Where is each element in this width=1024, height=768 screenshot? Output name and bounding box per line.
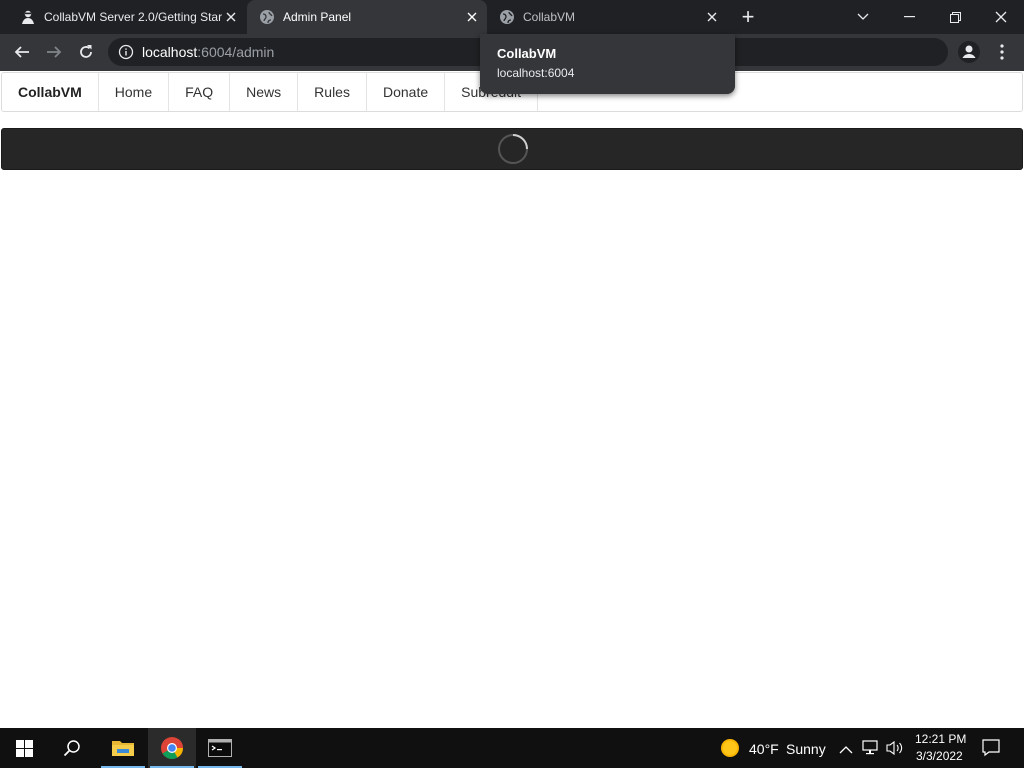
close-window-button[interactable] [978,0,1024,34]
url-host: localhost [142,44,198,60]
clock-time[interactable]: 12:21 PM [915,732,966,746]
search-button[interactable] [48,728,96,768]
arrow-right-icon [47,46,62,58]
start-button[interactable] [0,728,48,768]
loading-panel [1,128,1023,170]
file-explorer-button[interactable] [99,728,147,768]
address-text: localhost:6004/admin [142,44,274,60]
weather-temp[interactable]: 40°F [749,741,779,757]
menu-button[interactable] [988,38,1016,66]
profile-button[interactable] [955,38,983,66]
close-icon [995,11,1007,23]
globe-icon [259,9,275,25]
tab-collabvm-getting-started[interactable]: CollabVM Server 2.0/Getting Star [8,0,246,34]
reload-icon [80,45,92,58]
chrome-icon [161,737,184,759]
tab-collabvm[interactable]: CollabVM [487,0,727,34]
minimize-button[interactable] [886,0,932,34]
url-path: :6004/admin [197,44,275,60]
chevron-up-icon[interactable] [839,742,853,760]
reload-button[interactable] [72,38,100,66]
clock-date[interactable]: 3/3/2022 [916,749,963,763]
nav-rules[interactable]: Rules [298,73,367,111]
tab-title: Admin Panel [283,10,352,24]
nav-news[interactable]: News [230,73,299,111]
browser-tab-strip: CollabVM Server 2.0/Getting Star Admin P… [0,0,1024,34]
restore-icon [949,11,961,23]
new-tab-button[interactable]: + [736,4,760,29]
minimize-icon [903,16,915,18]
nav-donate[interactable]: Donate [367,73,446,111]
close-tab-icon[interactable] [703,8,721,26]
close-tab-icon[interactable] [463,8,481,26]
nav-brand[interactable]: CollabVM [2,73,99,111]
chrome-button[interactable] [148,728,196,768]
windows-taskbar: 40°F Sunny 12:21 PM 3/3/2022 [0,728,1024,768]
nav-home[interactable]: Home [99,73,170,111]
search-icon [63,740,80,757]
nav-faq[interactable]: FAQ [169,73,231,111]
tab-title: CollabVM [523,10,576,24]
page-content: CollabVM Home FAQ News Rules Donate Subr… [0,71,1024,728]
weather-condition[interactable]: Sunny [786,741,826,757]
folder-icon [112,741,134,756]
hover-card-title: CollabVM [497,46,557,61]
network-icon[interactable] [862,740,880,761]
terminal-button[interactable] [196,728,244,768]
collabvm-favicon-icon [20,9,36,25]
back-button[interactable] [8,38,36,66]
volume-icon[interactable] [886,740,904,761]
terminal-icon [208,739,232,757]
tab-admin-panel[interactable]: Admin Panel [247,0,487,34]
chevron-down-icon [857,13,869,20]
windows-logo-icon [15,739,33,757]
weather-sunny-icon[interactable] [720,738,740,763]
globe-icon [499,9,515,25]
more-vertical-icon [1000,44,1004,60]
tab-search-button[interactable] [840,0,886,34]
restore-button[interactable] [932,0,978,34]
avatar-icon [958,41,980,63]
forward-button[interactable] [40,38,68,66]
tab-hover-card: CollabVM localhost:6004 [480,34,735,94]
arrow-left-icon [14,46,29,58]
close-tab-icon[interactable] [222,8,240,26]
notification-icon[interactable] [982,739,1000,762]
tab-title: CollabVM Server 2.0/Getting Star [44,10,222,24]
hover-card-url: localhost:6004 [497,66,575,80]
info-icon[interactable] [118,44,134,65]
loading-spinner-icon [498,134,528,164]
